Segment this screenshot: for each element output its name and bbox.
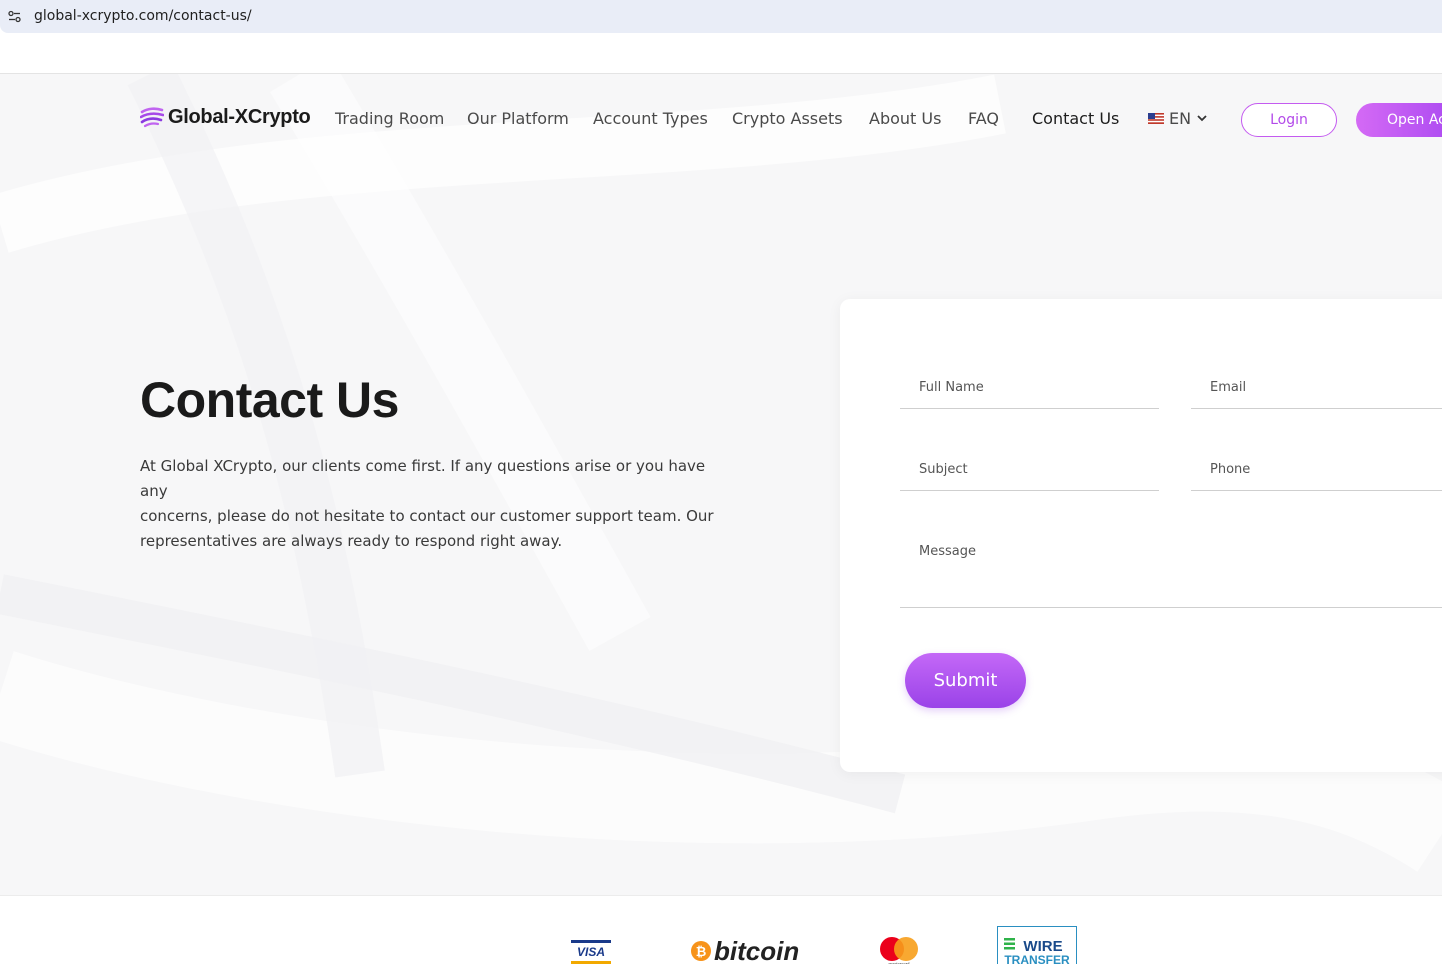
nav-account-types[interactable]: Account Types xyxy=(593,109,708,128)
full-name-field[interactable]: Full Name xyxy=(900,369,1159,409)
browser-address-bar[interactable]: global-xcrypto.com/contact-us/ xyxy=(0,0,1442,33)
submit-button[interactable]: Submit xyxy=(905,653,1026,708)
email-placeholder: Email xyxy=(1210,380,1247,395)
chevron-down-icon xyxy=(1197,115,1207,122)
logo-icon xyxy=(140,107,164,128)
language-label: EN xyxy=(1169,109,1192,128)
message-placeholder: Message xyxy=(919,544,976,559)
login-button[interactable]: Login xyxy=(1241,103,1337,137)
full-name-placeholder: Full Name xyxy=(919,380,984,395)
phone-field[interactable]: Phone xyxy=(1191,451,1442,491)
logo[interactable]: Global-XCrypto xyxy=(140,104,311,130)
email-field[interactable]: Email xyxy=(1191,369,1442,409)
nav-faq[interactable]: FAQ xyxy=(968,109,999,128)
open-account-button[interactable]: Open Ac xyxy=(1356,103,1442,137)
intro-line: concerns, please do not hesitate to cont… xyxy=(140,507,714,525)
visa-logo: VISA xyxy=(571,940,611,964)
logo-text: Global-XCrypto xyxy=(168,105,311,128)
bitcoin-logo: ₿ bitcoin xyxy=(691,936,799,964)
nav-contact-us[interactable]: Contact Us xyxy=(1032,109,1119,128)
main-navigation: Global-XCrypto Trading Room Our Platform… xyxy=(0,74,1442,164)
nav-crypto-assets[interactable]: Crypto Assets xyxy=(732,109,843,128)
wire-transfer-logo: WIRE TRANSFER xyxy=(997,926,1077,964)
nav-our-platform[interactable]: Our Platform xyxy=(467,109,569,128)
payment-methods-bar: VISA ₿ bitcoin mastercard WIRE TRANSFER xyxy=(0,895,1442,964)
svg-text:bitcoin: bitcoin xyxy=(714,936,799,964)
svg-text:TRANSFER: TRANSFER xyxy=(1004,953,1070,964)
phone-placeholder: Phone xyxy=(1210,462,1251,477)
svg-text:₿: ₿ xyxy=(696,944,707,959)
url-text[interactable]: global-xcrypto.com/contact-us/ xyxy=(34,8,252,24)
message-field[interactable]: Message xyxy=(900,533,1442,608)
language-selector[interactable]: EN xyxy=(1148,109,1207,128)
svg-text:VISA: VISA xyxy=(577,945,605,959)
subject-placeholder: Subject xyxy=(919,462,968,477)
subject-field[interactable]: Subject xyxy=(900,451,1159,491)
intro-line: At Global XCrypto, our clients come firs… xyxy=(140,457,706,500)
nav-about-us[interactable]: About Us xyxy=(869,109,941,128)
mastercard-logo: mastercard xyxy=(880,937,918,964)
page-title: Contact Us xyxy=(140,372,399,428)
contact-form: Full Name Email Subject Phone Message Su… xyxy=(840,299,1442,772)
page: Global-XCrypto Trading Room Our Platform… xyxy=(0,73,1442,964)
intro-text: At Global XCrypto, our clients come firs… xyxy=(140,454,720,554)
intro-line: representatives are always ready to resp… xyxy=(140,532,563,550)
site-settings-icon[interactable] xyxy=(8,10,21,23)
us-flag-icon xyxy=(1148,113,1164,124)
nav-trading-room[interactable]: Trading Room xyxy=(335,109,444,128)
